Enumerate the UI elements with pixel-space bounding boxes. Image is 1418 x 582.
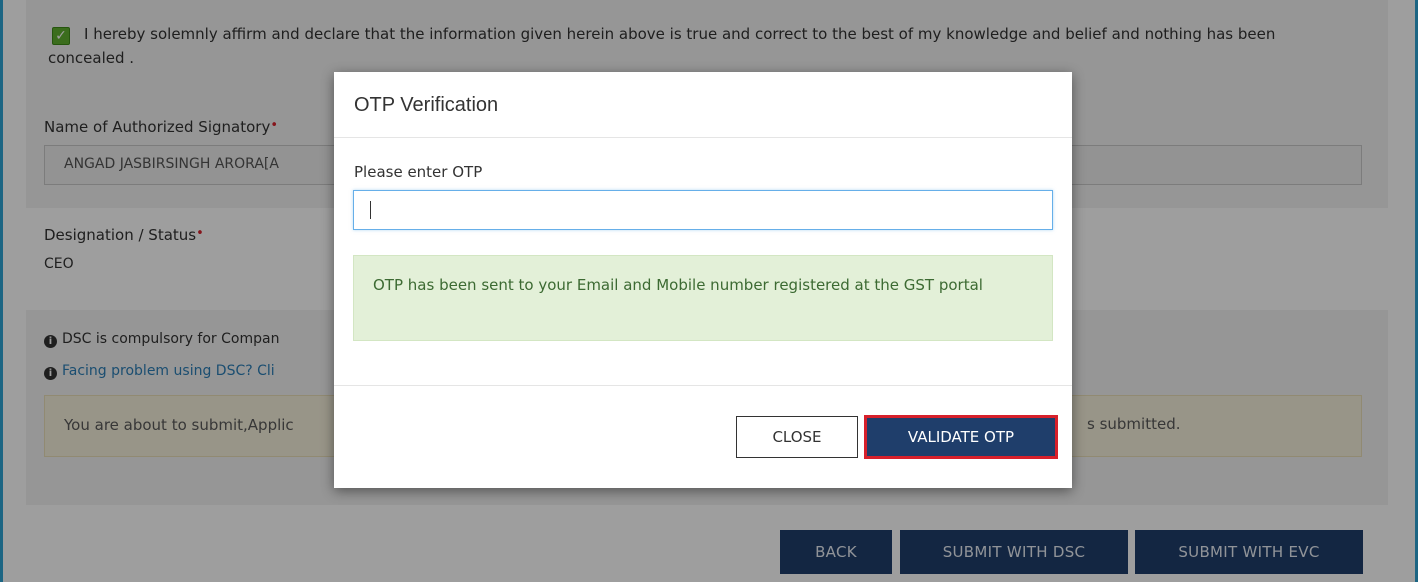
footer-divider xyxy=(334,385,1072,386)
otp-label: Please enter OTP xyxy=(354,163,483,181)
otp-sent-message: OTP has been sent to your Email and Mobi… xyxy=(353,255,1053,341)
otp-verification-dialog: OTP Verification Please enter OTP OTP ha… xyxy=(334,72,1072,488)
dialog-title: OTP Verification xyxy=(354,94,499,116)
text-cursor xyxy=(370,201,371,219)
validate-otp-button[interactable]: VALIDATE OTP xyxy=(864,415,1058,459)
close-button[interactable]: CLOSE xyxy=(736,416,858,458)
header-divider xyxy=(334,137,1072,138)
otp-input[interactable] xyxy=(353,190,1053,230)
